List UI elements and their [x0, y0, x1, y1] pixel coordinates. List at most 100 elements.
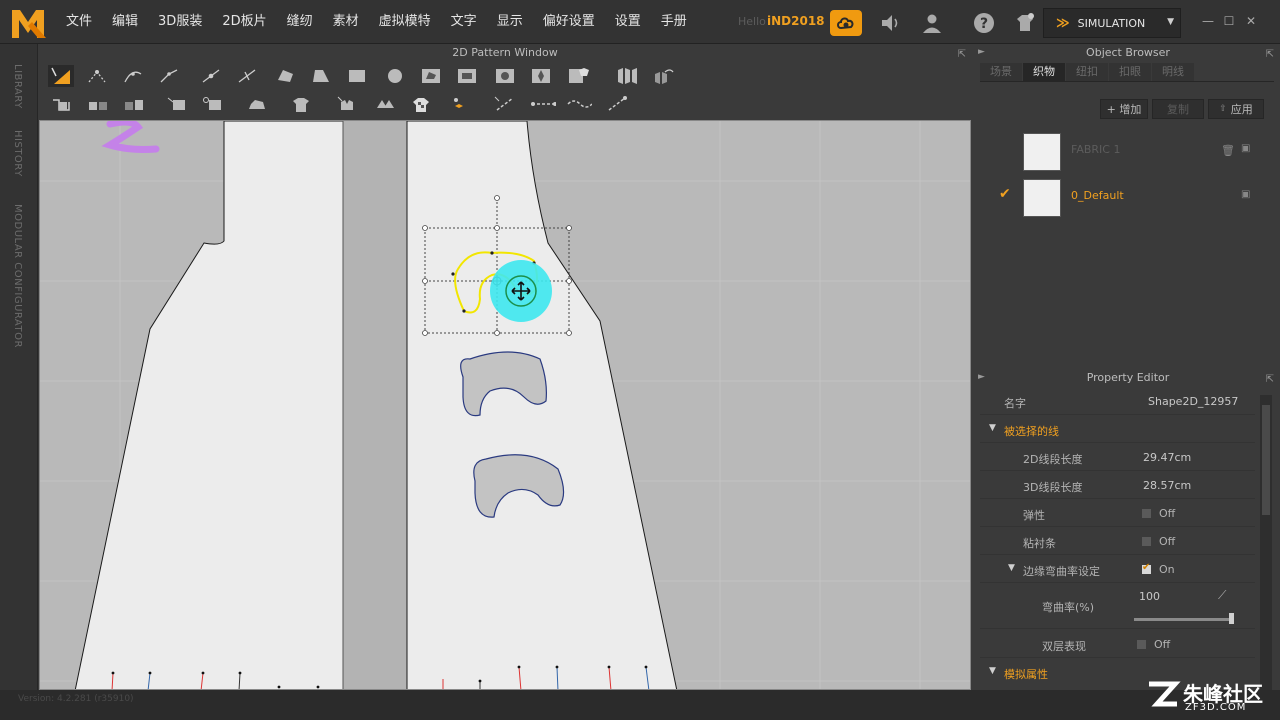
user-name[interactable]: iND2018 [767, 14, 825, 28]
simulation-chevron-icon: ≫ [1056, 15, 1070, 31]
menu-materials[interactable]: 素材 [323, 0, 369, 44]
apply-fabric-button[interactable]: ⇧ 应用 [1208, 99, 1264, 119]
menu-preferences[interactable]: 偏好设置 [533, 0, 605, 44]
double-layer-row: 双层表现 Off [980, 630, 1255, 658]
length-2d-value[interactable]: 29.47cm [1143, 451, 1191, 464]
tab-topstitch[interactable]: 明线 [1152, 63, 1194, 81]
free-topstitch-tool[interactable] [566, 93, 592, 115]
edit-pattern-tool[interactable] [84, 65, 110, 87]
curvature-section-row[interactable]: ▼ 边缘弯曲率设定 On [980, 555, 1255, 583]
speaker-icon[interactable] [879, 12, 901, 34]
help-icon[interactable]: ? [973, 12, 995, 34]
check-sewing-tool[interactable] [200, 93, 226, 115]
pattern-piece-right[interactable] [406, 121, 678, 690]
pattern-canvas[interactable] [39, 120, 971, 690]
trash-icon[interactable]: 🗑 [1221, 144, 1235, 157]
seam-allowance-tool[interactable] [48, 93, 74, 115]
cut-line-tool[interactable] [234, 65, 260, 87]
fabric-options-icon[interactable]: ▣ [1241, 189, 1250, 200]
rectangle-tool[interactable] [344, 65, 370, 87]
polygon-icon [278, 70, 293, 82]
property-editor-title-text: Property Editor [1086, 371, 1170, 384]
menu-settings[interactable]: 设置 [605, 0, 651, 44]
menu-manual[interactable]: 手册 [651, 0, 697, 44]
fabric-options-icon[interactable]: ▣ [1241, 143, 1250, 154]
cloud-sync-button[interactable] [830, 10, 862, 36]
menu-text[interactable]: 文字 [441, 0, 487, 44]
free-sewing-tool[interactable] [120, 93, 146, 115]
interlining-checkbox[interactable] [1141, 536, 1152, 547]
menu-avatar[interactable]: 虚拟模特 [369, 0, 441, 44]
sewing-sync-tool[interactable] [334, 93, 360, 115]
close-icon[interactable]: ✕ [1244, 14, 1258, 28]
menu-3d-garment[interactable]: 3D服装 [148, 0, 212, 44]
dart-tool[interactable] [528, 65, 554, 87]
segment-topstitch-tool[interactable] [530, 93, 556, 115]
tab-buttonhole[interactable]: 扣眼 [1109, 63, 1151, 81]
edit-topstitch-tool[interactable] [604, 93, 630, 115]
copy-fabric-button[interactable]: 复制 [1152, 99, 1204, 119]
panel-collapse-icon[interactable]: ► [978, 372, 985, 382]
tab-modular-configurator[interactable]: MODULAR CONFIGURATOR [12, 204, 23, 348]
svg-text:?: ? [980, 16, 988, 32]
user-avatar-icon[interactable] [921, 12, 943, 34]
fabric-item[interactable]: ✔ 0_Default ▣ [985, 176, 1255, 218]
edit-curvature-tool[interactable] [156, 65, 182, 87]
menu-sewing[interactable]: 缝纫 [277, 0, 323, 44]
minimize-icon[interactable]: — [1201, 14, 1215, 28]
tshirt-tool[interactable] [288, 93, 314, 115]
curvature-slider-thumb[interactable] [1229, 613, 1234, 624]
iron-tool[interactable] [244, 93, 270, 115]
internal-rectangle-tool[interactable] [454, 65, 480, 87]
curve-edit-icon[interactable]: ⟋ [1218, 588, 1226, 603]
menu-2d-pattern[interactable]: 2D板片 [212, 0, 276, 44]
add-point-tool[interactable] [198, 65, 224, 87]
segment-sewing-icon [89, 102, 107, 110]
property-scroll-thumb[interactable] [1262, 405, 1270, 515]
tab-fabric[interactable]: 织物 [1023, 63, 1065, 81]
panel-collapse-icon[interactable]: ► [978, 47, 985, 57]
property-name-value[interactable]: Shape2D_12957 [1148, 395, 1238, 408]
button-tool[interactable] [446, 93, 472, 115]
curvature-section-value: On [1159, 563, 1175, 576]
section-selected-line[interactable]: ▼ 被选择的线 [980, 415, 1255, 443]
menu-display[interactable]: 显示 [487, 0, 533, 44]
checker-tool[interactable] [408, 93, 434, 115]
segment-sewing-tool[interactable] [84, 93, 110, 115]
menu-edit[interactable]: 编辑 [102, 0, 148, 44]
elastic-row: 弹性 Off [980, 499, 1255, 527]
pattern-piece-left[interactable] [74, 121, 344, 690]
tab-button[interactable]: 纽扣 [1066, 63, 1108, 81]
garment-settings-icon[interactable] [1014, 12, 1036, 34]
menu-file[interactable]: 文件 [56, 0, 102, 44]
curvature-value[interactable]: 100 [1139, 590, 1160, 603]
garment-shape-tool[interactable] [566, 65, 592, 87]
add-fabric-button[interactable]: + 增加 [1100, 99, 1148, 119]
expand-icon[interactable]: ⇱ [1266, 46, 1274, 64]
pattern-arrange-tool[interactable] [372, 93, 398, 115]
circle-tool[interactable] [382, 65, 408, 87]
fold-sewing-tool[interactable] [164, 93, 190, 115]
tab-history[interactable]: HISTORY [12, 130, 23, 177]
double-layer-checkbox[interactable] [1136, 639, 1147, 650]
internal-polygon-tool[interactable] [418, 65, 444, 87]
maximize-icon[interactable]: ☐ [1222, 14, 1236, 28]
expand-icon[interactable]: ⇱ [1266, 371, 1274, 389]
tab-library[interactable]: LIBRARY [12, 64, 23, 109]
edit-curve-point-tool[interactable] [120, 65, 146, 87]
fabric-item[interactable]: FABRIC 1 🗑 ▣ [985, 130, 1255, 172]
tab-scene[interactable]: 场景 [980, 63, 1022, 81]
trapezoid-tool[interactable] [308, 65, 334, 87]
internal-circle-tool[interactable] [492, 65, 518, 87]
curvature-slider-track[interactable] [1134, 618, 1234, 621]
curvature-checkbox[interactable] [1141, 562, 1152, 575]
fold-tool[interactable] [614, 65, 640, 87]
property-name-row: 名字 Shape2D_12957 [980, 387, 1255, 415]
elastic-checkbox[interactable] [1141, 508, 1152, 519]
polygon-tool[interactable] [272, 65, 298, 87]
simulation-mode-dropdown[interactable]: ≫ SIMULATION ▼ [1043, 8, 1181, 38]
transform-pattern-tool[interactable] [48, 65, 74, 87]
tshirt-icon [293, 98, 309, 112]
fold-arrange-tool[interactable] [650, 65, 676, 87]
topstitch-tool[interactable] [492, 93, 518, 115]
